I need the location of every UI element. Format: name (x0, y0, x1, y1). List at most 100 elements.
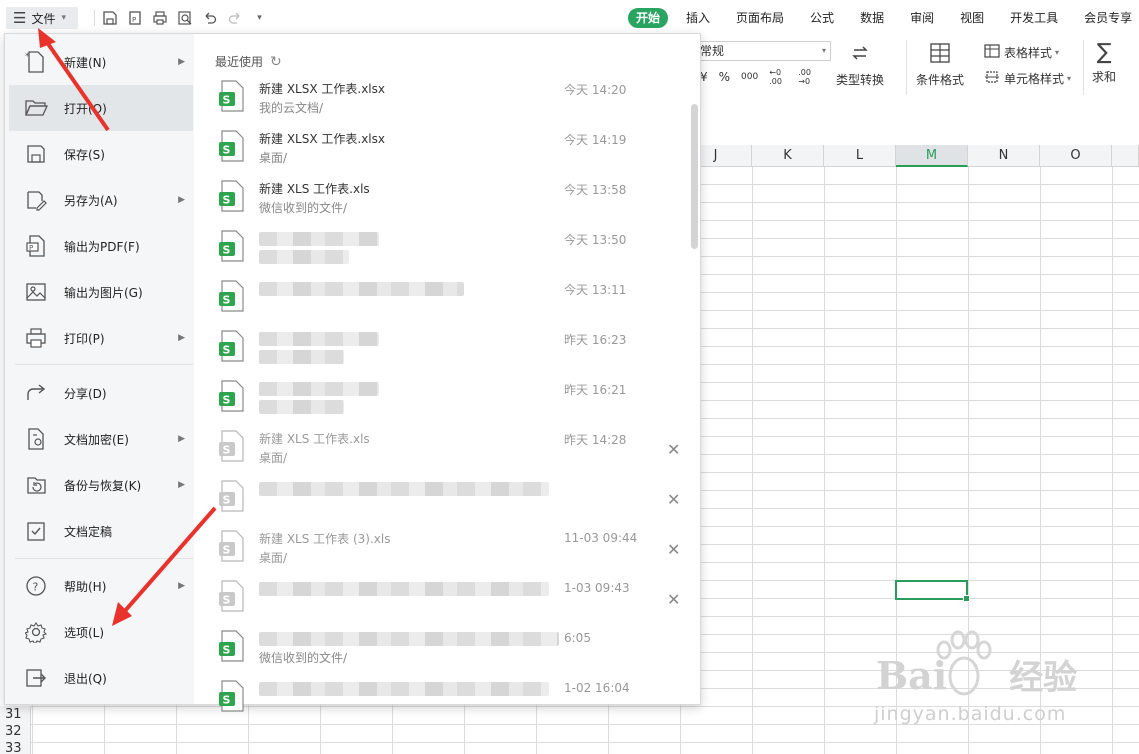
file-menu-item-image[interactable]: 输出为图片(G) (9, 269, 193, 315)
conditional-format-button[interactable]: 条件格式 (916, 42, 964, 88)
number-format-select[interactable]: 常规 ▾ (697, 41, 831, 61)
sum-button[interactable]: ∑ 求和 (1092, 40, 1116, 85)
decrease-decimal-button[interactable]: .00 →0 (798, 68, 816, 86)
recent-file-item[interactable]: S 今天 13:11 (219, 276, 689, 326)
file-menu-item-finalize[interactable]: 文档定稿 (9, 508, 193, 554)
chevron-right-icon: ▶ (178, 333, 185, 343)
chevron-right-icon: ▶ (178, 434, 185, 444)
file-menu-item-help[interactable]: ? 帮助(H) ▶ (9, 563, 193, 609)
recent-file-item[interactable]: S 1-02 16:04 (219, 676, 689, 726)
recent-files-panel: 最近使用 ↻ S 新建 XLSX 工作表.xlsx 我的云文档/今天 14:20 S 新… (194, 34, 700, 712)
tab-view[interactable]: 视图 (960, 8, 984, 28)
grid-line (700, 454, 1139, 455)
refresh-icon[interactable]: ↻ (270, 54, 282, 70)
thousands-button[interactable]: 000 (741, 72, 758, 82)
close-icon[interactable]: ✕ (667, 440, 680, 459)
watermark-url: jingyan.baidu.com (874, 703, 1067, 725)
file-menu-item-share[interactable]: 分享(D) (9, 370, 193, 416)
file-menu-item-folder-open[interactable]: 打开(O) (9, 85, 193, 131)
tab-member[interactable]: 会员专享 (1084, 8, 1132, 28)
recent-file-item[interactable]: S 微信收到的文件/6:05 (219, 626, 689, 676)
help-icon: ? (23, 573, 49, 599)
spreadsheet-file-icon: S (219, 430, 245, 462)
column-header-k[interactable]: K (752, 145, 824, 167)
grid-line (700, 328, 1139, 329)
close-icon[interactable]: ✕ (667, 490, 680, 509)
file-menu-item-gear[interactable]: 选项(L) (9, 609, 193, 655)
print-preview-icon[interactable] (172, 8, 197, 28)
file-menu-item-print[interactable]: 打印(P) ▶ (9, 315, 193, 361)
recent-file-item[interactable]: S 昨天 16:23 (219, 326, 689, 376)
grid-line (700, 184, 1139, 185)
svg-text:S: S (223, 544, 231, 557)
conditional-format-icon (929, 42, 951, 67)
tab-home[interactable]: 开始 (628, 8, 669, 28)
file-menu-item-exit[interactable]: 退出(Q) (9, 655, 193, 701)
svg-text:?: ? (33, 581, 39, 594)
close-icon[interactable]: ✕ (667, 590, 680, 609)
exit-icon (23, 665, 49, 691)
grid-line (104, 700, 105, 754)
file-menu-button[interactable]: ☰ 文件 ▾ (6, 7, 78, 29)
recent-file-item[interactable]: S 新建 XLS 工作表 (3).xls 桌面/11-03 09:44 ✕ (219, 526, 689, 576)
customize-toolbar-icon[interactable]: ▾ (247, 8, 272, 28)
svg-text:S: S (223, 194, 231, 207)
export-pdf-icon[interactable]: P (122, 8, 147, 28)
spreadsheet-file-icon: S (219, 330, 245, 362)
type-convert-button[interactable]: 类型转换 (836, 42, 884, 88)
share-icon (23, 380, 49, 406)
recent-file-item[interactable]: S 新建 XLS 工作表.xls 微信收到的文件/今天 13:58 (219, 176, 689, 226)
grid-line (700, 292, 1139, 293)
close-icon[interactable]: ✕ (667, 540, 680, 559)
recent-file-item[interactable]: S 1-03 09:43 ✕ (219, 576, 689, 626)
pdf-icon: P (23, 233, 49, 259)
file-menu-label: 文件 (31, 11, 56, 26)
percent-button[interactable]: % (719, 70, 730, 84)
recent-file-item[interactable]: S 新建 XLSX 工作表.xlsx 桌面/今天 14:19 (219, 126, 689, 176)
table-style-button[interactable]: 表格样式 ▾ (984, 43, 1059, 62)
file-menu-item-backup[interactable]: 备份与恢复(K) ▶ (9, 462, 193, 508)
spreadsheet-file-icon: S (219, 380, 245, 412)
file-menu-item-encrypt[interactable]: 文档加密(E) ▶ (9, 416, 193, 462)
recent-file-time: 今天 13:50 (564, 233, 627, 247)
undo-icon[interactable] (197, 8, 222, 28)
recent-file-item[interactable]: S 新建 XLSX 工作表.xlsx 我的云文档/今天 14:20 (219, 76, 689, 126)
tab-developer[interactable]: 开发工具 (1010, 8, 1058, 28)
redo-icon[interactable] (222, 8, 247, 28)
redacted-filepath (259, 350, 344, 364)
selected-cell[interactable] (895, 580, 970, 602)
row-header[interactable]: 32 (0, 723, 31, 741)
redacted-filename (259, 382, 379, 396)
ribbon-tabs: 开始 插入 页面布局 公式 数据 审阅 视图 开发工具 会员专享 (628, 8, 1132, 28)
recent-file-item[interactable]: S ✕ (219, 476, 689, 526)
tab-data[interactable]: 数据 (860, 8, 884, 28)
print-icon[interactable] (147, 8, 172, 28)
tab-formulas[interactable]: 公式 (810, 8, 834, 28)
recent-file-item[interactable]: S 今天 13:50 (219, 226, 689, 276)
recent-file-item[interactable]: S 新建 XLS 工作表.xls 桌面/昨天 14:28 ✕ (219, 426, 689, 476)
tab-page-layout[interactable]: 页面布局 (736, 8, 784, 28)
tab-insert[interactable]: 插入 (686, 8, 710, 28)
row-header[interactable]: 31 (0, 706, 31, 724)
row-header[interactable]: 33 (0, 740, 31, 754)
column-header-partial[interactable] (1112, 145, 1139, 167)
column-header-n[interactable]: N (968, 145, 1040, 167)
column-header-m[interactable]: M (896, 145, 968, 167)
redacted-filename (259, 282, 464, 296)
column-header-l[interactable]: L (824, 145, 896, 167)
file-menu-item-pdf[interactable]: P 输出为PDF(F) (9, 223, 193, 269)
recent-files-scrollbar[interactable] (691, 104, 698, 249)
currency-button[interactable]: ¥ (700, 70, 708, 84)
file-menu-item-save-as[interactable]: 另存为(A) ▶ (9, 177, 193, 223)
file-menu-item-save[interactable]: 保存(S) (9, 131, 193, 177)
finalize-icon (23, 518, 49, 544)
recent-file-item[interactable]: S 昨天 16:21 (219, 376, 689, 426)
convert-icon (849, 42, 871, 67)
column-header-o[interactable]: O (1040, 145, 1112, 167)
sum-label: 求和 (1092, 70, 1117, 84)
save-icon[interactable] (97, 8, 122, 28)
cell-style-button[interactable]: 单元格样式 ▾ (984, 69, 1071, 88)
increase-decimal-button[interactable]: ←0 .00 (769, 68, 787, 86)
file-menu-item-new-file[interactable]: * 新建(N) ▶ (9, 39, 193, 85)
tab-review[interactable]: 审阅 (910, 8, 934, 28)
